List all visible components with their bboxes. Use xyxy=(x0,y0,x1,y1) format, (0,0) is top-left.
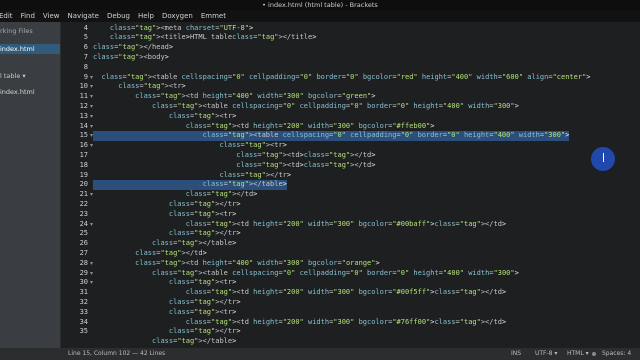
line-number: 23 xyxy=(79,209,88,218)
menu-help[interactable]: Help xyxy=(134,10,158,22)
code-line[interactable]: class="tag"><td height="200" width="300"… xyxy=(93,122,435,132)
indent-setting[interactable]: Spaces: 4 xyxy=(602,348,631,360)
menu-edit[interactable]: Edit xyxy=(0,10,17,22)
working-files-header: rking Files xyxy=(0,27,33,35)
linter-status-icon[interactable] xyxy=(592,352,596,356)
code-line[interactable]: class="tag"><td height="200" width="300"… xyxy=(93,318,506,328)
selected-code-line[interactable]: class="tag"></table> xyxy=(93,180,287,191)
code-line[interactable]: class="tag"><tr> xyxy=(93,278,236,288)
line-number: 19 xyxy=(79,170,88,179)
line-number: 29 xyxy=(79,268,88,277)
code-line[interactable]: class="tag"></tr> xyxy=(93,200,241,210)
code-line[interactable]: class="tag"><tr> xyxy=(93,112,236,122)
encoding-select[interactable]: UTF-8 ▾ xyxy=(535,348,557,360)
code-line[interactable]: class="tag"></tr> xyxy=(93,171,291,181)
text-caret xyxy=(603,153,604,162)
project-folder-dropdown[interactable]: l table ▾ xyxy=(0,72,26,80)
line-number: 16 xyxy=(79,141,88,150)
code-line[interactable]: class="tag"><td height="200" width="300"… xyxy=(93,288,506,298)
code-line[interactable]: class="tag"><td height="400" width="300"… xyxy=(93,92,375,102)
line-number: 21 xyxy=(79,190,88,199)
line-number: 13 xyxy=(79,111,88,120)
line-number: 18 xyxy=(79,160,88,169)
line-number: 25 xyxy=(79,229,88,238)
line-number: 8 xyxy=(83,62,88,71)
line-number: 34 xyxy=(79,317,88,326)
code-line[interactable]: class="tag"></tr> xyxy=(93,327,241,337)
code-editor[interactable]: 4 5 6 7 8 9 10 11 12 13 14 15 16 17 18 19 20 21 22 23 24 25 26… xyxy=(60,22,640,348)
line-number: 24 xyxy=(79,219,88,228)
code-line[interactable]: class="tag"><meta charset="UTF-8"> xyxy=(93,24,253,34)
sidebar: rking Files index.html l table ▾ index.h… xyxy=(0,22,60,348)
code-line[interactable]: class="tag"></tr> xyxy=(93,298,241,308)
line-number: 6 xyxy=(83,43,88,52)
menu-debug[interactable]: Debug xyxy=(103,10,134,22)
menu-bar: Edit Find View Navigate Debug Help Doxygen Emme… xyxy=(0,10,640,22)
selected-code-line[interactable]: class="tag"><table cellspacing="0" cellp… xyxy=(93,131,570,142)
status-bar: Line 15, Column 102 — 42 Lines INS UTF-8… xyxy=(0,348,640,360)
code-line[interactable]: class="tag"><td height="400" width="300"… xyxy=(93,259,380,269)
code-line[interactable]: class="tag"><td>class="tag"></td> xyxy=(93,151,375,161)
code-line[interactable]: class="tag"><body> xyxy=(93,53,169,63)
line-number: 15 xyxy=(79,131,88,140)
menu-doxygen[interactable]: Doxygen xyxy=(158,10,197,22)
code-line[interactable]: class="tag"></table> xyxy=(93,239,236,249)
line-number: 5 xyxy=(83,33,88,42)
line-number: 20 xyxy=(79,180,88,189)
cursor-position: Line 15, Column 102 — 42 Lines xyxy=(68,350,166,357)
line-number: 11 xyxy=(79,92,88,101)
code-line[interactable]: class="tag"></td> xyxy=(93,249,207,259)
line-number-gutter: 4 5 6 7 8 9 10 11 12 13 14 15 16 17 18 19 20 21 22 23 24 25 26… xyxy=(60,22,90,348)
code-line[interactable]: class="tag"></head> xyxy=(93,43,173,53)
line-number: 26 xyxy=(79,239,88,248)
line-number: 32 xyxy=(79,297,88,306)
code-line[interactable]: class="tag"><tr> xyxy=(93,82,185,92)
code-line[interactable]: class="tag"><tr> xyxy=(93,210,236,220)
working-file-index-html[interactable]: index.html xyxy=(0,44,60,54)
code-line[interactable]: class="tag"><title>HTML tableclass="tag"… xyxy=(93,33,317,43)
code-line[interactable]: class="tag"></tr> xyxy=(93,229,241,239)
language-select[interactable]: HTML ▾ xyxy=(567,348,589,360)
line-number: 33 xyxy=(79,307,88,316)
line-number: 14 xyxy=(79,121,88,130)
line-number: 4 xyxy=(83,23,88,32)
menu-navigate[interactable]: Navigate xyxy=(64,10,103,22)
code-line[interactable]: class="tag"><td>class="tag"></td> xyxy=(93,161,375,171)
code-area[interactable]: class="tag"><meta charset="UTF-8"> class… xyxy=(93,22,638,348)
line-number: 28 xyxy=(79,258,88,267)
code-line-partial[interactable]: class="tag"></table> xyxy=(93,337,236,347)
line-number: 35 xyxy=(79,327,88,336)
line-number: 27 xyxy=(79,248,88,257)
line-number: 7 xyxy=(83,52,88,61)
code-line[interactable]: class="tag"><table cellspacing="0" cellp… xyxy=(93,269,519,279)
line-number: 12 xyxy=(79,101,88,110)
menu-emmet[interactable]: Emmet xyxy=(197,10,230,22)
code-line[interactable]: class="tag"><table cellspacing="0" cellp… xyxy=(93,102,519,112)
line-number: 22 xyxy=(79,199,88,208)
menu-find[interactable]: Find xyxy=(17,10,39,22)
code-line[interactable]: class="tag"></td> xyxy=(93,190,258,200)
code-line[interactable]: class="tag"><td height="200" width="300"… xyxy=(93,220,506,230)
code-line[interactable]: class="tag"><tr> xyxy=(93,141,286,151)
line-number: 30 xyxy=(79,278,88,287)
code-line[interactable]: class="tag"><table cellspacing="0" cellp… xyxy=(93,73,590,83)
project-file-index-html[interactable]: index.html xyxy=(0,88,35,96)
insert-mode-indicator[interactable]: INS xyxy=(511,348,521,360)
line-number: 17 xyxy=(79,150,88,159)
line-number: 31 xyxy=(79,288,88,297)
line-number: 10 xyxy=(79,82,88,91)
window-title: • index.html (html table) - Brackets xyxy=(0,0,640,10)
line-number: 9 xyxy=(83,72,88,81)
code-line[interactable]: class="tag"><tr> xyxy=(93,308,236,318)
menu-view[interactable]: View xyxy=(39,10,64,22)
